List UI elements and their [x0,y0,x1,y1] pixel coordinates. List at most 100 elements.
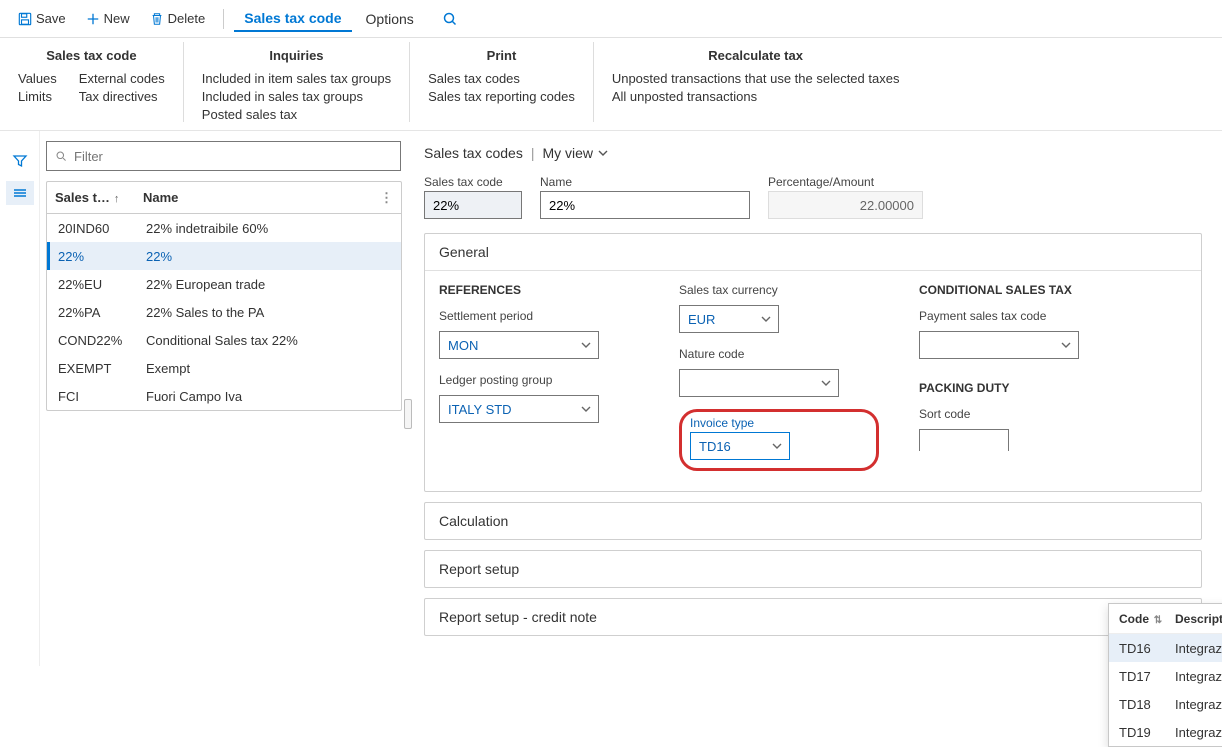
filter-input[interactable] [74,149,392,164]
fasttab-report-credit: Report setup - credit note [424,598,1202,636]
fasttab-header-calculation[interactable]: Calculation [425,503,1201,539]
col-header-code[interactable]: Sales t…↑ [55,190,137,205]
ribbon-group-title: Recalculate tax [612,48,900,63]
toolbar-sep [223,9,224,29]
tab-sales-tax-code[interactable]: Sales tax code [234,6,351,32]
field-sales-tax-code: Sales tax code [424,175,522,219]
item-code: TD17 [1119,669,1175,684]
related-info-icon[interactable] [6,181,34,205]
ribbon-link[interactable]: Unposted transactions that use the selec… [612,71,900,86]
ribbon-group-sales-tax-code: Sales tax code Values Limits External co… [0,42,184,122]
ribbon-link[interactable]: Included in sales tax groups [202,89,391,104]
table-row[interactable]: 22%22% [47,242,401,270]
chevron-down-icon [760,313,772,325]
grid-header: Sales t…↑ Name ⋮ [47,182,401,214]
ribbon-group-print: Print Sales tax codes Sales tax reportin… [410,42,594,122]
save-button[interactable]: Save [10,7,74,30]
dropdown-item[interactable]: TD16Integrazione fattura reverse charge … [1109,634,1222,662]
new-button[interactable]: New [78,7,138,30]
field-percentage: Percentage/Amount [768,175,923,219]
dropdown-item[interactable]: TD17Integrazione/autofattura per acquist… [1109,662,1222,690]
name-input[interactable] [540,191,750,219]
row-name: Exempt [140,361,393,376]
row-code: COND22% [58,333,140,348]
nature-code-combo[interactable] [679,369,839,397]
col-references: REFERENCES Settlement period Ledger post… [439,283,639,471]
search-button[interactable] [442,11,458,27]
tab-options[interactable]: Options [356,7,424,31]
ribbon-link[interactable]: Values [18,71,57,86]
chevron-down-icon [820,377,832,389]
filter-icon[interactable] [6,149,34,173]
item-description: Integrazione fattura reverse charge i… [1175,641,1222,656]
row-code: 22%PA [58,305,140,320]
fasttab-header-report[interactable]: Report setup [425,551,1201,587]
ribbon-link[interactable]: Tax directives [79,89,165,104]
ribbon-link[interactable]: Included in item sales tax groups [202,71,391,86]
view-selector[interactable]: My view [542,145,609,161]
sales-tax-code-input[interactable] [424,191,522,219]
main-layout: Sales t…↑ Name ⋮ 20IND6022% indetraibile… [0,131,1222,666]
payment-sales-tax-combo[interactable] [919,331,1079,359]
flyout-col-code[interactable]: Code ⇅ [1119,612,1175,626]
delete-button[interactable]: Delete [142,7,214,30]
ledger-posting-combo[interactable] [439,395,599,423]
fasttab-header-general[interactable]: General [425,234,1201,271]
col-header-name[interactable]: Name [137,190,393,205]
table-row[interactable]: FCIFuori Campo Iva [47,382,401,410]
splitter-handle[interactable] [404,399,412,429]
top-toolbar: Save New Delete Sales tax code Options [0,0,1222,38]
more-icon[interactable]: ⋮ [380,190,393,206]
percentage-display [768,191,923,219]
table-row[interactable]: 20IND6022% indetraibile 60% [47,214,401,242]
dropdown-item[interactable]: TD18Integrazione per acquisto di beni in… [1109,690,1222,718]
detail-panel: Sales tax codes | My view Sales tax code… [408,131,1222,666]
plus-icon [86,12,100,26]
page-title: Sales tax codes [424,145,523,161]
chevron-down-icon [580,403,592,415]
save-label: Save [36,11,66,26]
ribbon-group-inquiries: Inquiries Included in item sales tax gro… [184,42,410,122]
ribbon-link[interactable]: External codes [79,71,165,86]
settlement-period-combo[interactable] [439,331,599,359]
save-icon [18,12,32,26]
filter-input-wrap[interactable] [46,141,401,171]
fasttab-general: General REFERENCES Settlement period Led… [424,233,1202,492]
codes-grid: Sales t…↑ Name ⋮ 20IND6022% indetraibile… [46,181,402,411]
fasttab-calculation: Calculation [424,502,1202,540]
table-row[interactable]: EXEMPTExempt [47,354,401,382]
delete-label: Delete [168,11,206,26]
trash-icon [150,12,164,26]
row-name: Fuori Campo Iva [140,389,393,404]
row-code: FCI [58,389,140,404]
item-description: Integrazione per acquisto di beni intr… [1175,697,1222,712]
row-name: 22% [140,249,393,264]
dropdown-item[interactable]: TD19Integrazione/autofattura per acquist… [1109,718,1222,746]
action-ribbon: Sales tax code Values Limits External co… [0,38,1222,131]
table-row[interactable]: COND22%Conditional Sales tax 22% [47,326,401,354]
ribbon-link[interactable]: Limits [18,89,57,104]
table-row[interactable]: 22%EU22% European trade [47,270,401,298]
row-code: 22%EU [58,277,140,292]
item-code: TD19 [1119,725,1175,740]
row-name: Conditional Sales tax 22% [140,333,393,348]
item-code: TD16 [1119,641,1175,656]
flyout-col-desc[interactable]: Description [1175,612,1222,626]
invoice-type-dropdown: Code ⇅ Description ⋮ TD16Integrazione fa… [1108,603,1222,747]
col-conditional: CONDITIONAL SALES TAX Payment sales tax … [919,283,1119,471]
ribbon-link[interactable]: All unposted transactions [612,89,900,104]
ribbon-link[interactable]: Sales tax codes [428,71,575,86]
sort-code-combo[interactable] [919,429,1009,451]
row-name: 22% European trade [140,277,393,292]
row-name: 22% Sales to the PA [140,305,393,320]
list-panel: Sales t…↑ Name ⋮ 20IND6022% indetraibile… [40,131,408,666]
ribbon-group-title: Sales tax code [18,48,165,63]
ribbon-link[interactable]: Posted sales tax [202,107,391,122]
invoice-type-combo[interactable] [690,432,790,460]
currency-combo[interactable] [679,305,779,333]
fasttab-report-setup: Report setup [424,550,1202,588]
table-row[interactable]: 22%PA22% Sales to the PA [47,298,401,326]
item-description: Integrazione/autofattura per acquist… [1175,725,1222,740]
row-name: 22% indetraibile 60% [140,221,393,236]
ribbon-link[interactable]: Sales tax reporting codes [428,89,575,104]
